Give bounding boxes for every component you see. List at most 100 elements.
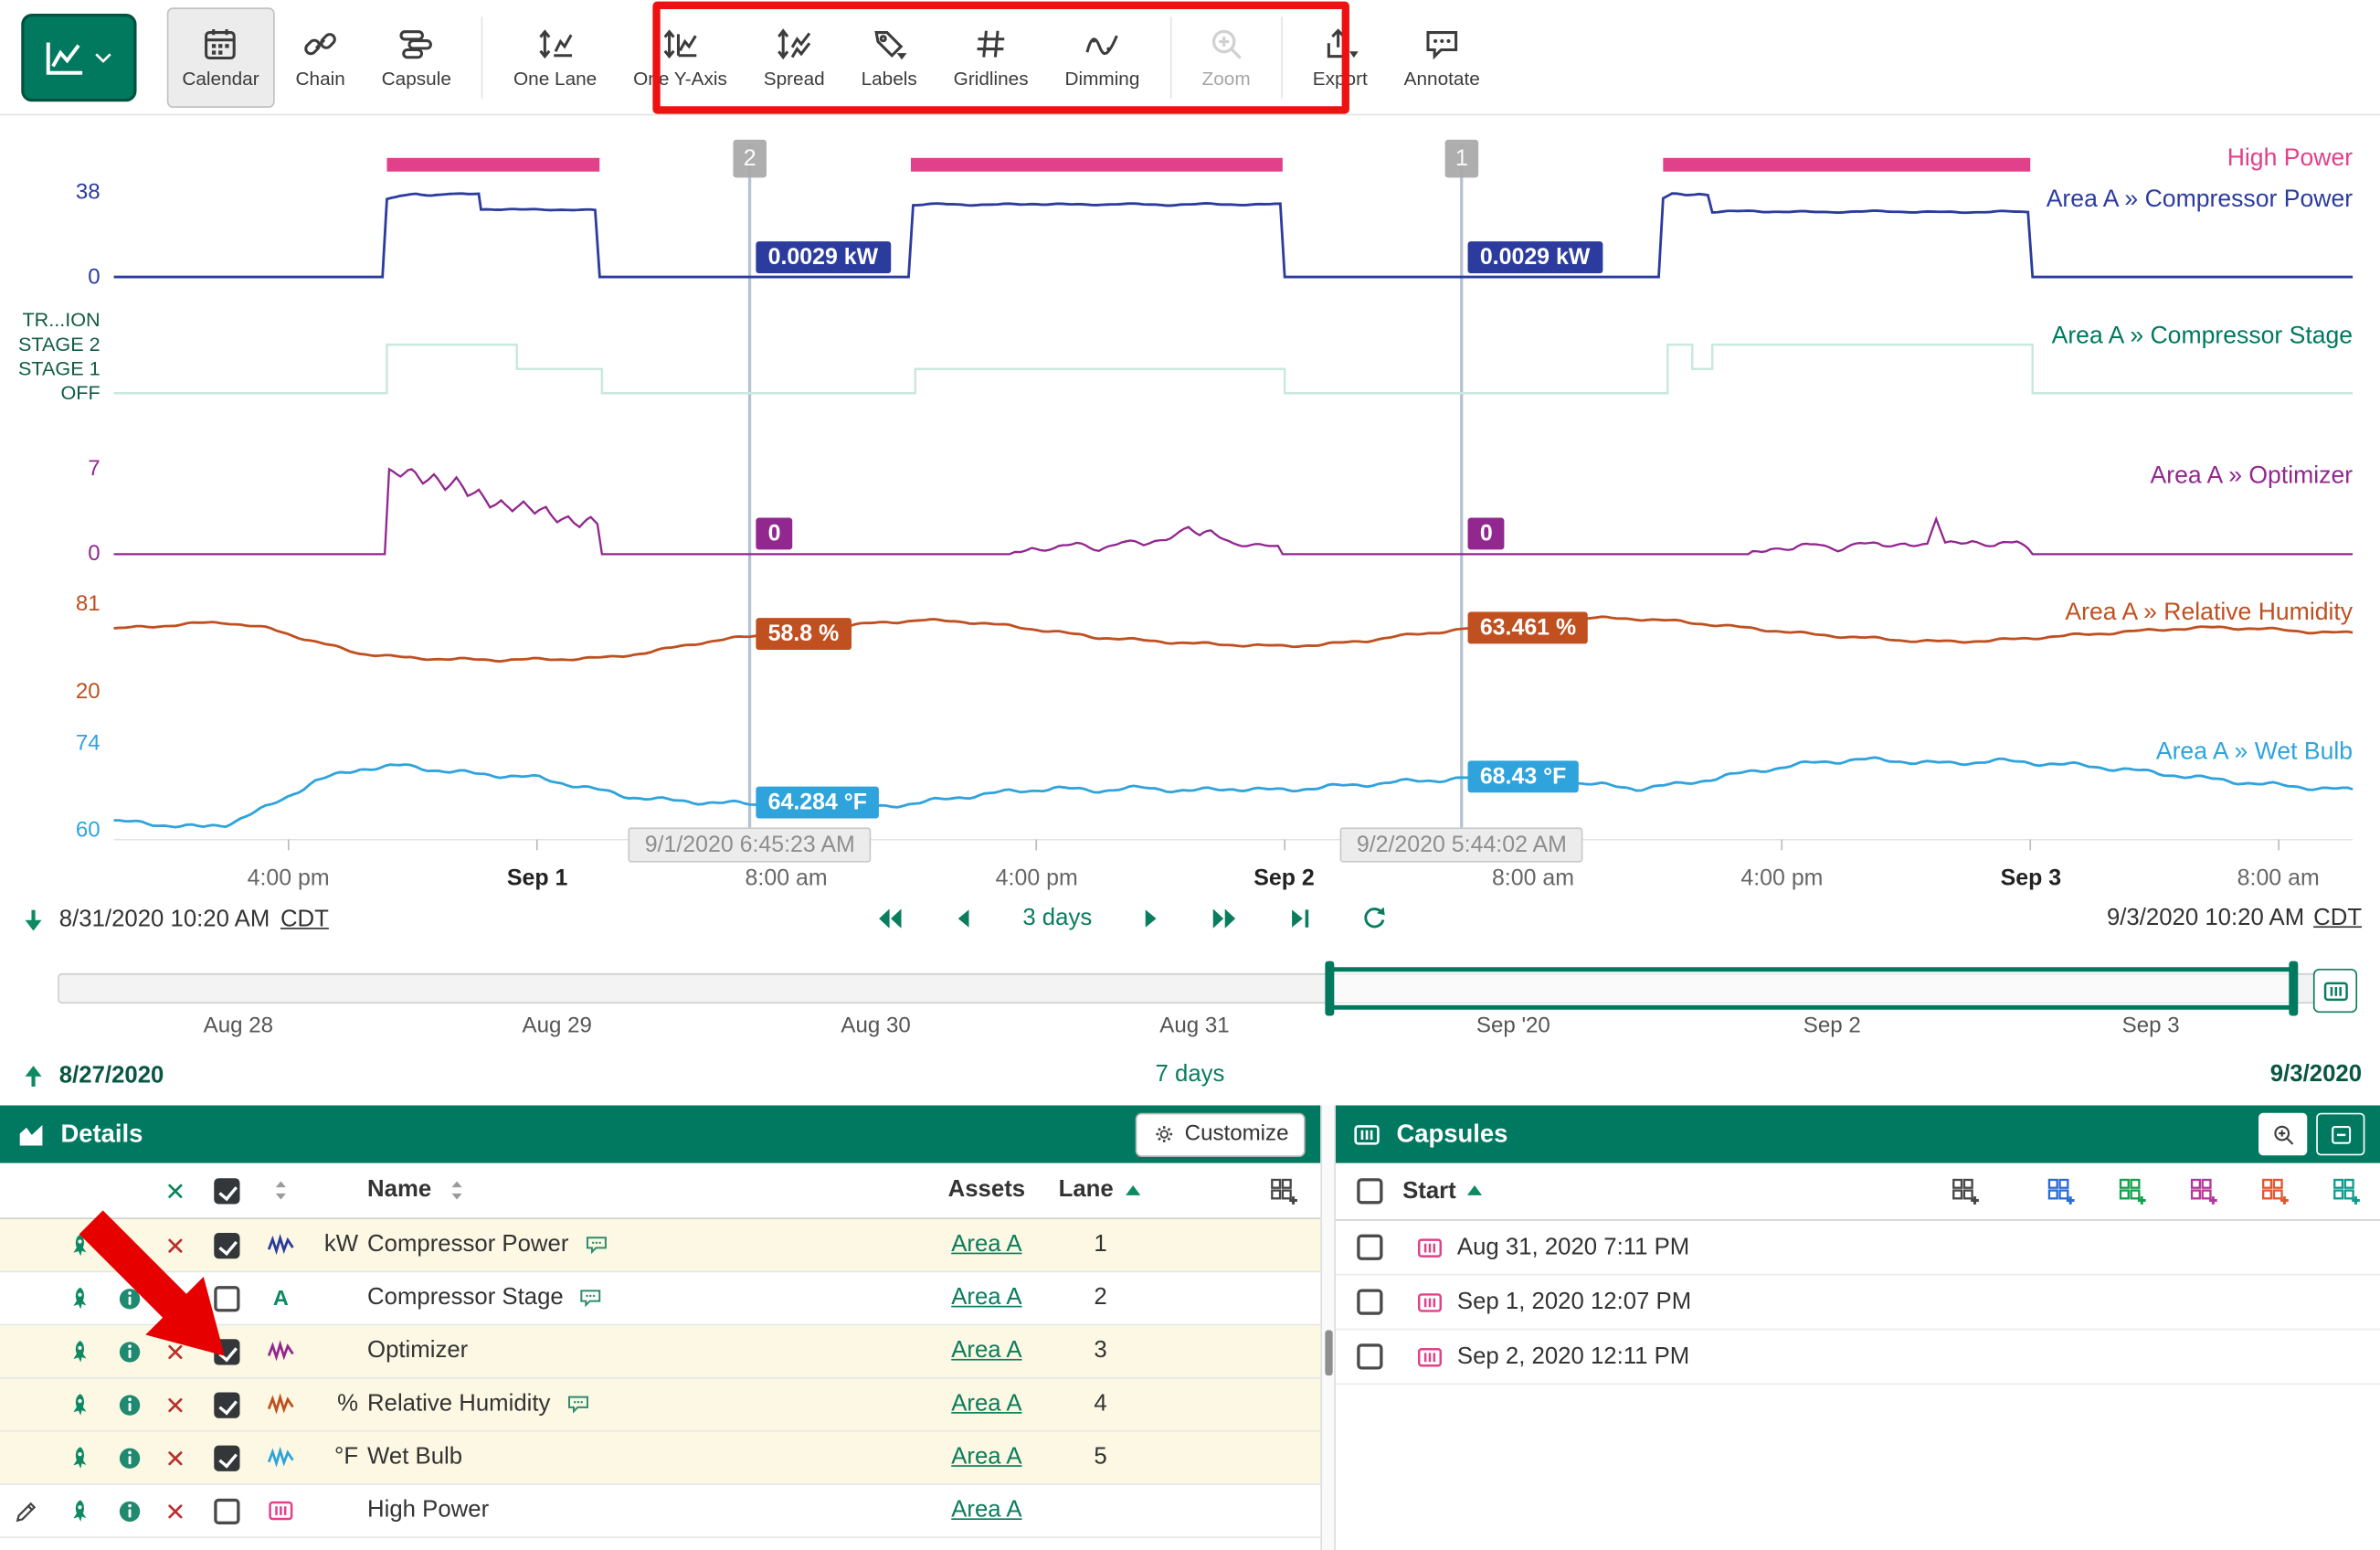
item-name[interactable]: High Power xyxy=(367,1497,489,1524)
toolbar-labels-button[interactable]: Labels xyxy=(846,6,932,107)
divider-grip[interactable] xyxy=(1325,1330,1332,1375)
capsule-bar[interactable] xyxy=(386,158,599,172)
duration-button[interactable]: 3 days xyxy=(1022,905,1092,932)
item-name[interactable]: Compressor Stage xyxy=(367,1285,564,1312)
timezone-link-start[interactable]: CDT xyxy=(280,907,329,934)
chart-canvas[interactable] xyxy=(0,122,2380,881)
stat-column-icon[interactable] xyxy=(2258,1175,2290,1207)
range-end-label[interactable]: 9/3/2020 10:20 AM xyxy=(2107,905,2304,932)
capsule-checkbox[interactable] xyxy=(1356,1289,1381,1314)
details-row[interactable]: High Power Area A xyxy=(0,1485,1320,1538)
auto-update-button[interactable] xyxy=(1359,904,1389,934)
annotation-bubble-icon[interactable] xyxy=(582,1231,609,1258)
remove-icon[interactable] xyxy=(164,1287,186,1310)
item-name[interactable]: Relative Humidity xyxy=(367,1391,550,1418)
remove-icon[interactable] xyxy=(164,1393,186,1416)
sort-name-icon[interactable] xyxy=(445,1178,470,1203)
asset-link[interactable]: Area A xyxy=(951,1497,1021,1524)
remove-icon[interactable] xyxy=(164,1340,186,1363)
info-icon[interactable] xyxy=(114,1443,143,1472)
column-assets-header[interactable]: Assets xyxy=(948,1177,1025,1205)
remove-all-icon[interactable] xyxy=(164,1179,186,1202)
series-optimizer[interactable] xyxy=(114,469,2353,554)
stat-column-icon[interactable] xyxy=(2330,1175,2362,1207)
details-row[interactable]: °FWet BulbArea A5 xyxy=(0,1432,1320,1485)
toolbar-annotate-button[interactable]: Annotate xyxy=(1389,6,1495,107)
capsules-collapse-button[interactable] xyxy=(2316,1113,2364,1156)
capsule-checkbox[interactable] xyxy=(1356,1343,1381,1369)
item-name[interactable]: Optimizer xyxy=(367,1338,468,1365)
asset-swap-icon[interactable] xyxy=(65,1443,94,1472)
stat-column-icon[interactable] xyxy=(2045,1175,2077,1207)
investigate-down-icon[interactable] xyxy=(18,905,48,935)
column-name-header[interactable]: Name xyxy=(367,1177,431,1205)
timeline-selection[interactable] xyxy=(1328,967,2295,1010)
toolbar-calendar-button[interactable]: Calendar xyxy=(167,6,275,107)
toolbar-chain-button[interactable]: Chain xyxy=(280,6,361,107)
row-checkbox[interactable] xyxy=(213,1392,238,1417)
details-row[interactable]: %Relative HumidityArea A4 xyxy=(0,1379,1320,1432)
remove-icon[interactable] xyxy=(164,1446,186,1469)
edit-icon[interactable] xyxy=(11,1496,40,1525)
investigate-duration-label[interactable]: 7 days xyxy=(0,1061,2380,1088)
pan-left-button[interactable] xyxy=(949,904,979,934)
row-checkbox[interactable] xyxy=(213,1445,238,1470)
details-row[interactable]: ACompressor StageArea A2 xyxy=(0,1272,1320,1325)
column-lane-header[interactable]: Lane xyxy=(1059,1177,1114,1205)
capsules-zoom-button[interactable] xyxy=(2258,1113,2307,1156)
item-name[interactable]: Compressor Power xyxy=(367,1231,568,1258)
add-capsule-column-icon[interactable] xyxy=(1949,1175,1981,1207)
asset-link[interactable]: Area A xyxy=(951,1231,1021,1258)
asset-swap-icon[interactable] xyxy=(65,1496,94,1525)
annotation-bubble-icon[interactable] xyxy=(564,1391,591,1418)
capsules-select-all-checkbox[interactable] xyxy=(1356,1178,1381,1204)
row-checkbox[interactable] xyxy=(213,1338,238,1364)
info-icon[interactable] xyxy=(114,1337,143,1366)
series-compressor-stage[interactable] xyxy=(114,345,2353,393)
capsule-checkbox[interactable] xyxy=(1356,1235,1381,1260)
capsule-row[interactable]: Sep 2, 2020 12:11 PM xyxy=(1336,1330,2380,1385)
range-start-label[interactable]: 8/31/2020 10:20 AM xyxy=(59,907,270,934)
customize-button[interactable]: Customize xyxy=(1135,1112,1306,1156)
go-to-now-button[interactable] xyxy=(1285,904,1315,934)
toolbar-one-y-axis-button[interactable]: One Y-Axis xyxy=(619,6,743,107)
pan-far-right-button[interactable] xyxy=(1209,902,1243,936)
row-checkbox[interactable] xyxy=(213,1498,238,1523)
asset-swap-icon[interactable] xyxy=(65,1284,94,1313)
toolbar-dimming-button[interactable]: Dimming xyxy=(1050,6,1155,107)
capsule-row[interactable]: Sep 1, 2020 12:07 PM xyxy=(1336,1276,2380,1331)
capsule-bar[interactable] xyxy=(1663,158,2030,172)
asset-swap-icon[interactable] xyxy=(65,1231,94,1260)
add-column-icon[interactable] xyxy=(1267,1174,1299,1206)
asset-link[interactable]: Area A xyxy=(951,1444,1021,1471)
toolbar-capsule-button[interactable]: Capsule xyxy=(366,6,466,107)
capsule-row[interactable]: Aug 31, 2020 7:11 PM xyxy=(1336,1221,2380,1276)
stat-column-icon[interactable] xyxy=(2116,1175,2148,1207)
series-relative-humidity[interactable] xyxy=(114,617,2353,662)
capsule-time-button[interactable] xyxy=(2313,969,2357,1013)
remove-icon[interactable] xyxy=(164,1500,186,1523)
annotation-bubble-icon[interactable] xyxy=(577,1285,605,1312)
toolbar-one-lane-button[interactable]: One Lane xyxy=(498,6,611,107)
pan-right-button[interactable] xyxy=(1135,904,1165,934)
capsule-bar[interactable] xyxy=(911,158,1283,172)
row-checkbox[interactable] xyxy=(213,1232,238,1258)
details-row[interactable]: OptimizerArea A3 xyxy=(0,1325,1320,1378)
toolbar-gridlines-button[interactable]: Gridlines xyxy=(938,6,1043,107)
info-icon[interactable] xyxy=(114,1284,143,1313)
asset-link[interactable]: Area A xyxy=(951,1338,1021,1365)
stat-column-icon[interactable] xyxy=(2187,1175,2219,1207)
timezone-link-end[interactable]: CDT xyxy=(2313,905,2362,932)
series-wet-bulb[interactable] xyxy=(114,758,2353,827)
asset-swap-icon[interactable] xyxy=(65,1337,94,1366)
item-name[interactable]: Wet Bulb xyxy=(367,1444,462,1471)
details-row[interactable]: kWCompressor PowerArea A1 xyxy=(0,1219,1320,1272)
asset-swap-icon[interactable] xyxy=(65,1390,94,1419)
view-selector-button[interactable] xyxy=(21,13,136,101)
column-start-header[interactable]: Start xyxy=(1402,1177,1456,1205)
investigate-end-label[interactable]: 9/3/2020 xyxy=(2270,1061,2362,1088)
select-all-checkbox[interactable] xyxy=(213,1177,238,1203)
row-checkbox[interactable] xyxy=(213,1285,238,1311)
remove-icon[interactable] xyxy=(164,1234,186,1257)
asset-link[interactable]: Area A xyxy=(951,1285,1021,1312)
